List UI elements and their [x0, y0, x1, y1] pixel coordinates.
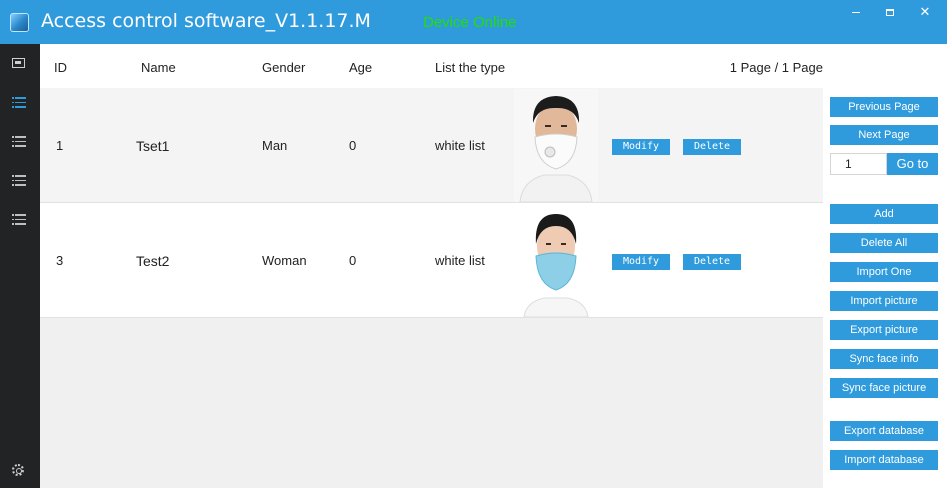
column-header-name: Name — [141, 60, 176, 75]
next-page-button[interactable]: Next Page — [830, 125, 938, 145]
app-title: Access control software_V1.1.17.M — [41, 10, 371, 32]
column-header-gender: Gender — [262, 60, 306, 75]
face-list-table: ID Name Gender Age List the type 1 Page … — [40, 44, 823, 488]
list-icon — [12, 97, 27, 109]
action-panel: Previous Page Next Page 1 Go to Add Dele… — [823, 44, 947, 488]
column-header-list-type: List the type — [435, 60, 506, 75]
face-photo — [514, 204, 598, 317]
cell-name: Tset1 — [136, 138, 170, 154]
cell-id: 1 — [56, 138, 64, 153]
list-icon — [12, 136, 27, 148]
cell-name: Test2 — [136, 253, 170, 269]
close-icon: ✕ — [919, 4, 931, 19]
row-divider — [40, 317, 823, 318]
table-row[interactable]: 1 Tset1 Man 0 white list Modify Delete — [40, 88, 823, 203]
table-header: ID Name Gender Age List the type 1 Page … — [40, 44, 823, 88]
minimize-icon — [852, 12, 860, 14]
import-one-button[interactable]: Import One — [830, 262, 938, 282]
cell-list-type: white list — [435, 253, 485, 268]
minimize-button[interactable] — [845, 4, 867, 20]
import-database-button[interactable]: Import database — [830, 450, 938, 470]
delete-all-button[interactable]: Delete All — [830, 233, 938, 253]
sync-face-picture-button[interactable]: Sync face picture — [830, 378, 938, 398]
sidebar-item-list-1[interactable] — [12, 97, 27, 109]
cell-gender: Man — [262, 138, 288, 153]
list-icon — [12, 214, 27, 226]
device-status-text: Device Online — [423, 14, 517, 31]
sidebar-item-list-3[interactable] — [12, 175, 27, 187]
list-icon — [12, 175, 27, 187]
table-row[interactable]: 3 Test2 Woman 0 white list Modify Delete — [40, 203, 823, 318]
page-number-input[interactable]: 1 — [830, 153, 887, 175]
export-picture-button[interactable]: Export picture — [830, 320, 938, 340]
import-picture-button[interactable]: Import picture — [830, 291, 938, 311]
go-to-button[interactable]: Go to — [887, 153, 938, 175]
monitor-icon — [12, 58, 25, 68]
cell-age: 0 — [349, 138, 357, 153]
cell-list-type: white list — [435, 138, 485, 153]
sidebar-item-list-4[interactable] — [12, 214, 27, 226]
column-header-id: ID — [54, 60, 67, 75]
delete-button[interactable]: Delete — [683, 254, 741, 270]
modify-button[interactable]: Modify — [612, 254, 670, 270]
previous-page-button[interactable]: Previous Page — [830, 97, 938, 117]
column-header-age: Age — [349, 60, 373, 75]
settings-button[interactable] — [12, 464, 27, 476]
export-database-button[interactable]: Export database — [830, 421, 938, 441]
sidebar-item-device[interactable] — [12, 58, 27, 70]
sidebar-item-list-2[interactable] — [12, 136, 27, 148]
sync-face-info-button[interactable]: Sync face info — [830, 349, 938, 369]
cell-age: 0 — [349, 253, 357, 268]
gear-icon — [12, 464, 24, 476]
face-photo — [514, 89, 598, 202]
cell-id: 3 — [56, 253, 64, 268]
page-indicator: 1 Page / 1 Page — [729, 60, 823, 75]
sidebar — [0, 44, 40, 488]
modify-button[interactable]: Modify — [612, 139, 670, 155]
maximize-icon — [886, 9, 894, 17]
close-button[interactable]: ✕ — [914, 4, 936, 20]
cell-gender: Woman — [262, 253, 307, 268]
title-bar: Access control software_V1.1.17.M Device… — [0, 0, 947, 44]
delete-button[interactable]: Delete — [683, 139, 741, 155]
app-logo-icon — [10, 13, 29, 32]
add-button[interactable]: Add — [830, 204, 938, 224]
maximize-button[interactable] — [879, 4, 901, 20]
